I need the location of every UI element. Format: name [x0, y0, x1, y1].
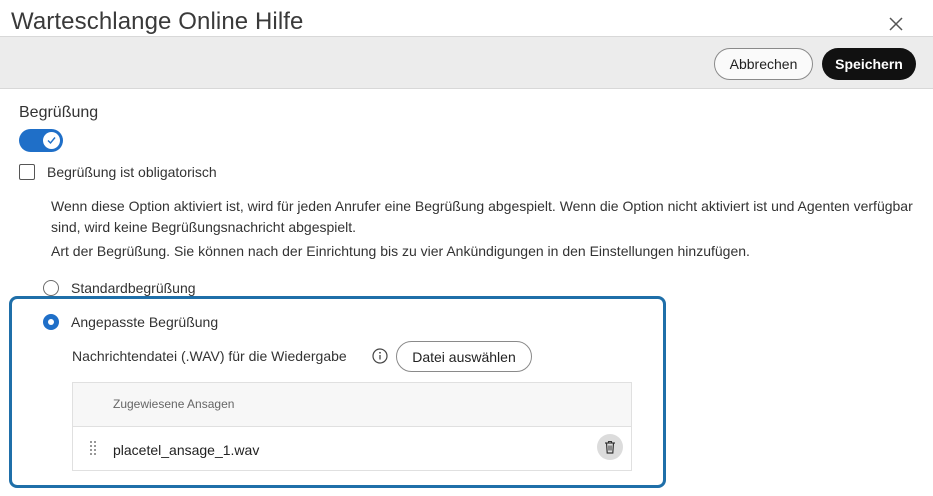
dialog-title: Warteschlange Online Hilfe: [11, 8, 304, 35]
check-icon: [47, 137, 56, 145]
message-file-label: Nachrichtendatei (.WAV) für die Wiederga…: [72, 348, 347, 364]
mandatory-checkbox-label: Begrüßung ist obligatorisch: [47, 164, 217, 180]
toggle-knob: [43, 132, 60, 149]
trash-icon: [605, 440, 615, 454]
save-button[interactable]: Speichern: [822, 48, 916, 80]
close-icon[interactable]: [886, 14, 906, 34]
cancel-button[interactable]: Abbrechen: [714, 48, 813, 80]
announcement-filename: placetel_ansage_1.wav: [113, 442, 260, 458]
radio-custom-greeting[interactable]: [43, 314, 59, 330]
greeting-description: Wenn diese Option aktiviert ist, wird fü…: [51, 198, 913, 235]
table-row: placetel_ansage_1.wav: [73, 427, 631, 470]
greeting-section-label: Begrüßung: [19, 104, 99, 121]
info-icon[interactable]: [372, 348, 388, 364]
radio-standard-greeting[interactable]: [43, 280, 59, 296]
dialog-toolbar: Abbrechen Speichern: [0, 36, 933, 89]
greeting-type-description: Art der Begrüßung. Sie können nach der E…: [51, 243, 750, 259]
mandatory-checkbox[interactable]: [19, 164, 35, 180]
radio-custom-greeting-label: Angepasste Begrüßung: [71, 314, 219, 330]
assigned-announcements-table: Zugewiesene Ansagen placetel_ansage_1.wa…: [72, 382, 632, 471]
table-header-assigned: Zugewiesene Ansagen: [113, 397, 235, 411]
greeting-toggle[interactable]: [19, 129, 63, 152]
choose-file-button[interactable]: Datei auswählen: [396, 341, 532, 372]
delete-announcement-button[interactable]: [597, 434, 623, 460]
drag-handle-icon[interactable]: [89, 440, 97, 456]
radio-standard-greeting-label: Standardbegrüßung: [71, 280, 196, 296]
table-header: Zugewiesene Ansagen: [73, 383, 631, 427]
